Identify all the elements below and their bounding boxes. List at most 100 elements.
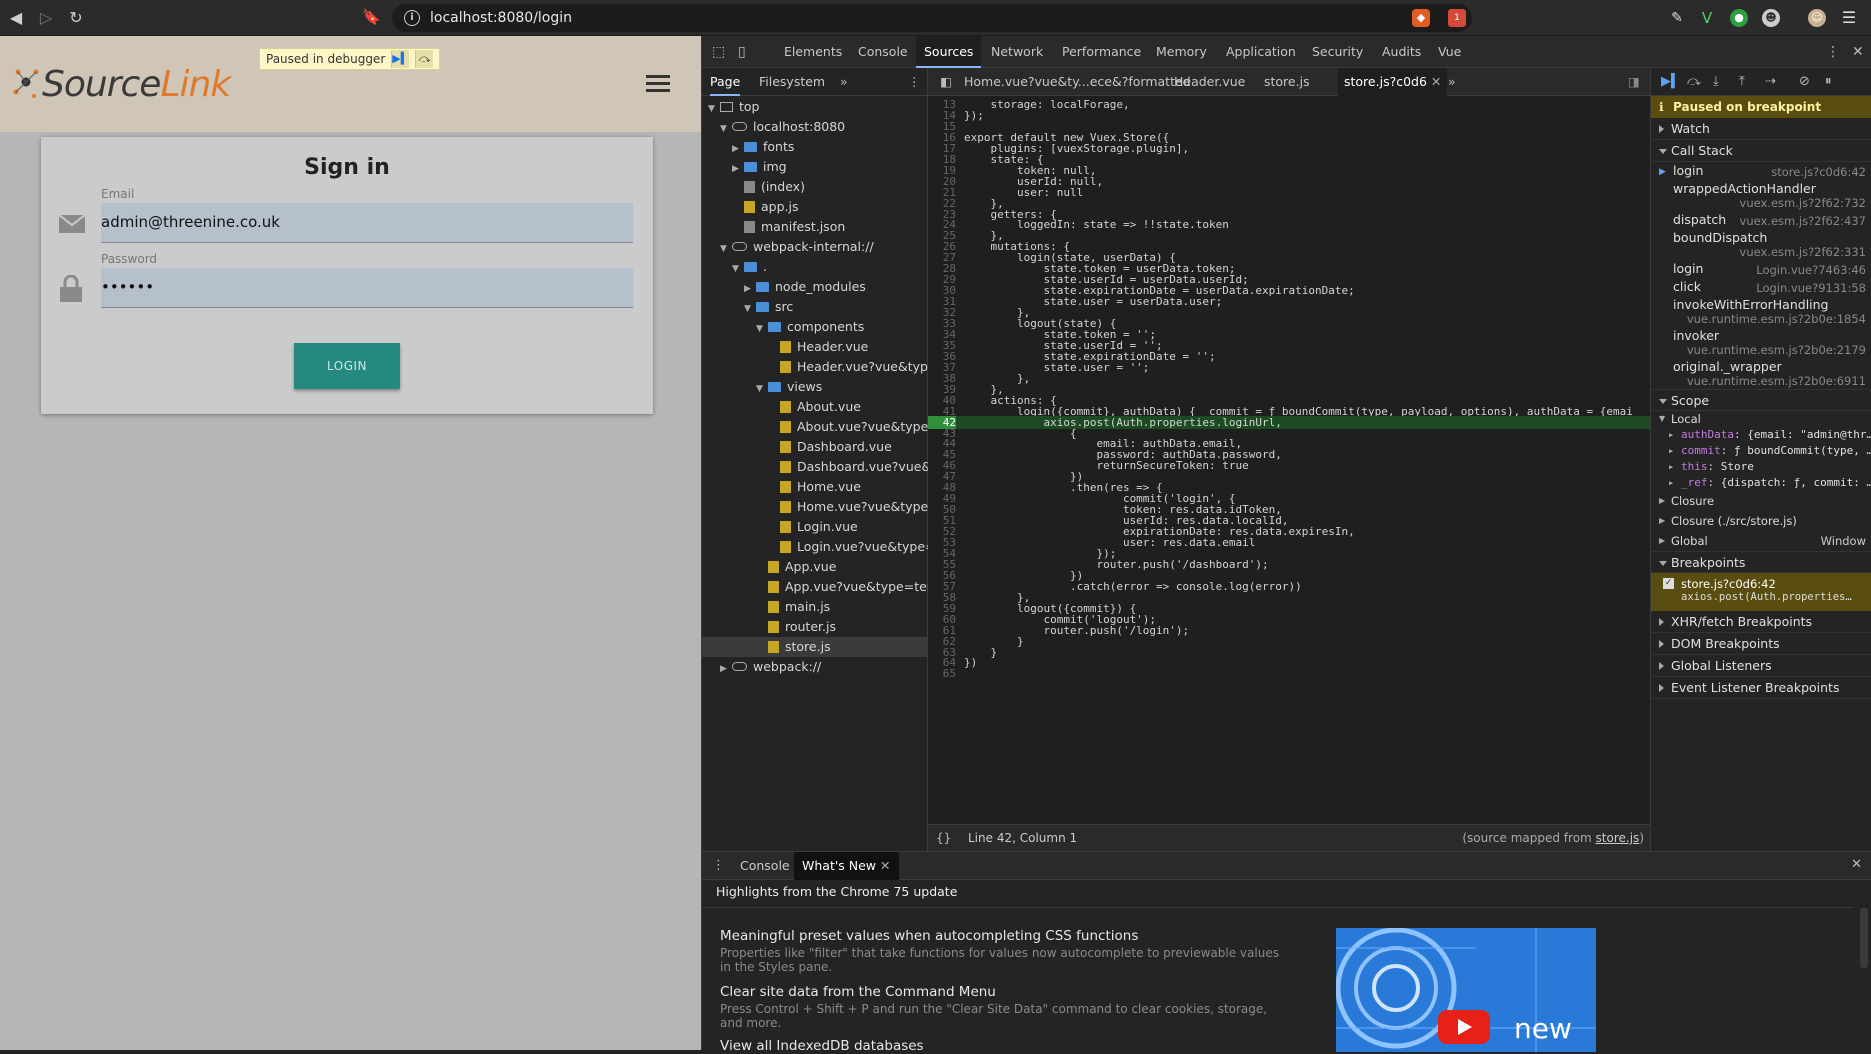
tree-item[interactable]: ▼ webpack-internal:// <box>702 237 927 257</box>
toggle-navigator-icon[interactable]: ◧ <box>934 68 958 96</box>
whats-new-item-title[interactable]: View all IndexedDB databases <box>720 1038 924 1054</box>
navigator-menu-icon[interactable]: ⋮ <box>908 68 921 96</box>
tree-item[interactable]: ▶ img <box>702 157 927 177</box>
callstack-frame[interactable]: original._wrapper vue.runtime.esm.js?2b0e… <box>1651 358 1871 389</box>
breakpoint-checkbox[interactable]: ✓ <box>1663 578 1674 589</box>
tree-item[interactable]: ▶ fonts <box>702 137 927 157</box>
tab-sources[interactable]: Sources <box>916 36 982 68</box>
callstack-location[interactable]: Login.vue?7463:46 <box>1756 263 1866 277</box>
tree-item[interactable]: router.js <box>702 617 927 637</box>
tab-console[interactable]: Console <box>858 36 908 68</box>
email-field[interactable]: admin@threenine.co.uk <box>101 203 633 243</box>
scope-variable[interactable]: ▶ _ref: {dispatch: ƒ, commit: … <box>1651 475 1871 491</box>
avatar[interactable]: ☺ <box>1808 9 1826 27</box>
tree-item[interactable]: Login.vue?vue&type=te <box>702 537 948 557</box>
callstack-section[interactable]: Call Stack <box>1651 140 1871 162</box>
drawer-scrollbar[interactable] <box>1860 908 1868 968</box>
tab-vue[interactable]: Vue <box>1438 36 1461 68</box>
expand-arrow-closed-icon[interactable]: ▶ <box>1669 475 1673 491</box>
more-tabs-icon[interactable]: » <box>840 68 848 96</box>
callstack-frame[interactable]: invokeWithErrorHandling vue.runtime.esm.j… <box>1651 296 1871 327</box>
drawer-tab-console[interactable]: Console <box>740 852 790 880</box>
tree-item[interactable]: Dashboard.vue <box>702 437 927 457</box>
step-over-icon[interactable]: ⤼ <box>415 50 434 68</box>
step-over-icon[interactable]: ⤼ <box>1687 74 1701 89</box>
callstack-location[interactable]: vuex.esm.js?2f62:732 <box>1740 196 1866 210</box>
close-drawer-icon[interactable]: ✕ <box>1851 857 1862 872</box>
tab-performance[interactable]: Performance <box>1062 36 1141 68</box>
global-scope[interactable]: ▶ Global Window <box>1651 531 1871 551</box>
toggle-debugger-icon[interactable]: ◨ <box>1622 68 1646 96</box>
resume-icon[interactable]: ▶▍ <box>1661 74 1681 89</box>
tree-item[interactable]: ▼ localhost:8080 <box>702 117 927 137</box>
tree-item[interactable]: ▶ node_modules <box>702 277 927 297</box>
tree-item[interactable]: Home.vue <box>702 477 927 497</box>
tree-item[interactable]: Header.vue <box>702 337 927 357</box>
tree-item[interactable]: main.js <box>702 597 927 617</box>
inspect-element-icon[interactable]: ⬚ <box>712 44 725 60</box>
dom-breakpoints-section[interactable]: DOM Breakpoints <box>1651 633 1871 655</box>
tree-item[interactable]: ▶ webpack:// <box>702 657 927 677</box>
editor-tab-store-c0d6[interactable]: store.js?c0d6 ✕ <box>1338 68 1448 96</box>
tree-item[interactable]: (index) <box>702 177 927 197</box>
tab-elements[interactable]: Elements <box>784 36 842 68</box>
green-extension-icon[interactable]: ● <box>1730 9 1748 27</box>
closure-scope[interactable]: ▶ Closure <box>1651 491 1871 511</box>
callstack-frame[interactable]: ▶ login store.js?c0d6:42 <box>1651 162 1871 180</box>
expand-arrow-closed-icon[interactable]: ▶ <box>744 279 756 299</box>
reload-icon[interactable]: ↻ <box>66 8 86 28</box>
editor-tab-store[interactable]: store.js <box>1258 68 1316 96</box>
callstack-frame[interactable]: click Login.vue?9131:58 <box>1651 278 1871 296</box>
callstack-frame[interactable]: boundDispatch vuex.esm.js?2f62:331 <box>1651 229 1871 260</box>
closure-store-scope[interactable]: ▶ Closure (./src/store.js) <box>1651 511 1871 531</box>
step-icon[interactable]: ⇢ <box>1765 74 1776 89</box>
scope-section[interactable]: Scope <box>1651 389 1871 411</box>
close-devtools-icon[interactable]: ✕ <box>1852 44 1864 60</box>
close-tab-icon[interactable]: ✕ <box>1431 74 1441 89</box>
tab-security[interactable]: Security <box>1312 36 1363 68</box>
callstack-location[interactable]: vue.runtime.esm.js?2b0e:6911 <box>1687 374 1866 388</box>
expand-arrow-open-icon[interactable]: ▼ <box>744 299 756 319</box>
expand-arrow-open-icon[interactable]: ▼ <box>720 119 732 139</box>
resume-icon[interactable]: ▶▍ <box>391 50 410 68</box>
password-field[interactable]: •••••• <box>101 268 633 308</box>
whats-new-video[interactable]: new <box>1336 928 1596 1052</box>
expand-arrow-closed-icon[interactable]: ▶ <box>1669 443 1673 459</box>
site-info-icon[interactable]: i <box>404 10 420 26</box>
scope-variable[interactable]: ▶ authData: {email: "admin@thr… <box>1651 427 1871 443</box>
close-tab-icon[interactable]: ✕ <box>880 858 890 873</box>
tree-item[interactable]: ▼ components <box>702 317 927 337</box>
tree-item[interactable]: App.vue <box>702 557 927 577</box>
callstack-location[interactable]: vuex.esm.js?2f62:437 <box>1740 214 1866 228</box>
tree-item[interactable]: manifest.json <box>702 217 927 237</box>
tree-item[interactable]: About.vue?vue&type=te <box>702 417 951 437</box>
expand-arrow-open-icon[interactable]: ▼ <box>756 379 768 399</box>
pause-on-exceptions-icon[interactable]: ⏸ <box>1825 74 1832 89</box>
extension-icon[interactable]: ✎ <box>1668 9 1686 27</box>
tree-item[interactable]: app.js <box>702 197 927 217</box>
tab-filesystem[interactable]: Filesystem <box>759 68 825 96</box>
tree-item[interactable]: ▼ top <box>702 97 927 117</box>
tree-item[interactable]: Home.vue?vue&type=te <box>702 497 951 517</box>
url-text[interactable]: localhost:8080/login <box>430 10 572 26</box>
tree-item[interactable]: ▼ src <box>702 297 927 317</box>
more-editor-tabs-icon[interactable]: » <box>1442 68 1462 96</box>
tree-item[interactable]: Header.vue?vue&type=t <box>702 357 951 377</box>
tab-network[interactable]: Network <box>991 36 1043 68</box>
watch-section[interactable]: Watch <box>1651 118 1871 140</box>
bookmark-icon[interactable]: 🔖 <box>362 8 381 26</box>
code-line[interactable]: 65 <box>928 667 1650 680</box>
hamburger-menu-icon[interactable] <box>646 75 670 93</box>
expand-arrow-closed-icon[interactable]: ▶ <box>1669 427 1673 443</box>
callstack-frame[interactable]: invoker vue.runtime.esm.js?2b0e:2179 <box>1651 327 1871 358</box>
tab-page[interactable]: Page <box>710 68 741 96</box>
breakpoint-item[interactable]: ✓ store.js?c0d6:42 axios.post(Auth.prope… <box>1651 573 1871 611</box>
callstack-location[interactable]: Login.vue?9131:58 <box>1756 281 1866 295</box>
play-button-icon[interactable] <box>1438 1010 1490 1044</box>
callstack-frame[interactable]: login Login.vue?7463:46 <box>1651 260 1871 278</box>
expand-arrow-open-icon[interactable]: ▼ <box>732 259 744 279</box>
brave-rewards-icon[interactable]: 1 <box>1448 9 1466 27</box>
extension-menu-icon[interactable]: ☻ <box>1762 9 1780 27</box>
expand-arrow-closed-icon[interactable]: ▶ <box>1669 459 1673 475</box>
tree-item[interactable]: store.js <box>702 637 927 657</box>
